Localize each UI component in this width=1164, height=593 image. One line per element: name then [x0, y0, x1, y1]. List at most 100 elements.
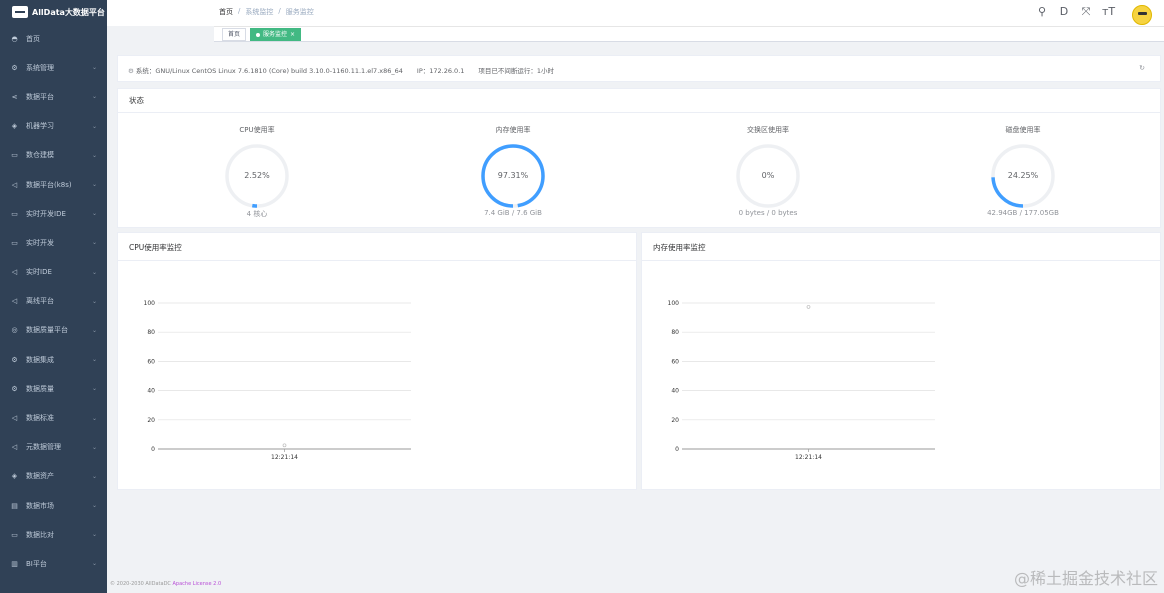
sidebar-item[interactable]: ◁ 离线平台 ⌄	[0, 287, 107, 316]
y-tick-label: 100	[144, 300, 156, 307]
sidebar-item[interactable]: ⚙ 数据质量 ⌄	[0, 374, 107, 403]
sidebar-item-label: 实时开发	[26, 238, 54, 247]
fullscreen-icon[interactable]: ⤧	[1080, 5, 1092, 19]
tag-service-monitor[interactable]: 服务监控 ×	[250, 28, 302, 41]
chevron-down-icon: ⌄	[91, 502, 97, 510]
sidebar-item-label: 首页	[26, 34, 40, 43]
sidebar-item-label: 数据平台(k8s)	[26, 180, 72, 189]
chevron-down-icon: ⌄	[91, 297, 97, 305]
sidebar-item-label: 数据平台	[26, 92, 54, 101]
gauge: 交换区使用率 0% 0 bytes / 0 bytes	[668, 113, 868, 229]
sidebar-item[interactable]: ▭ 数据比对 ⌄	[0, 520, 107, 549]
gauges: CPU使用率 2.52% 4 核心 内存使用率 97.31% 7.4 GiB / 7.6 …	[118, 113, 1160, 229]
sidebar-item[interactable]: ◁ 数据平台(k8s) ⌄	[0, 170, 107, 199]
chevron-down-icon: ⌄	[91, 414, 97, 422]
gear-icon: ⚙	[11, 384, 18, 393]
sidebar-item[interactable]: ◓ 首页	[0, 24, 107, 53]
sidebar-logo[interactable]: AllData大数据平台	[0, 0, 107, 24]
breadcrumb-item: 系统监控	[245, 8, 274, 16]
sidebar-menu: ◓ 首页 ⚙ 系统管理 ⌄ ⋖ 数据平台 ⌄ ◈ 机器学习 ⌄ ▭ 数仓建模 ⌄ ◁ 数据平台(k8s) ⌄ ▭ 实…	[0, 24, 107, 579]
gauge-title: 内存使用率	[495, 126, 531, 134]
sidebar-item-label: 数据市场	[26, 501, 54, 510]
close-icon[interactable]: ×	[290, 31, 295, 38]
sidebar-item-label: 数据质量	[26, 384, 54, 393]
gear-icon: ⚙	[11, 63, 18, 72]
gauge-value: 2.52%	[244, 171, 270, 180]
document-icon[interactable]: D	[1058, 5, 1070, 19]
chevron-down-icon: ⌄	[91, 151, 97, 159]
monitor-icon: ▭	[11, 530, 18, 539]
sidebar-item[interactable]: ⚙ 数据集成 ⌄	[0, 345, 107, 374]
gauge-title: 交换区使用率	[747, 126, 789, 134]
tag-active-label: 服务监控	[263, 31, 288, 38]
y-tick-label: 0	[675, 446, 679, 453]
license-link[interactable]: Apache License 2.0	[173, 581, 222, 587]
cpu-usage-chart: 0 20 40 60 80 100 12:21:14	[144, 300, 411, 461]
chevron-down-icon: ⌄	[91, 531, 97, 539]
send-icon: ◁	[11, 180, 18, 189]
footer: © 2020-2030 AllDataDC Apache License 2.0	[110, 581, 221, 587]
sidebar-item[interactable]: ◁ 实时IDE ⌄	[0, 258, 107, 287]
sidebar-item[interactable]: ◁ 数据标准 ⌄	[0, 403, 107, 432]
sidebar-item[interactable]: ▤ 数据市场 ⌄	[0, 491, 107, 520]
sidebar-item[interactable]: ◁ 元数据管理 ⌄	[0, 433, 107, 462]
gauge-value: 0%	[761, 171, 775, 180]
sidebar-item[interactable]: ◈ 数据资产 ⌄	[0, 462, 107, 491]
navbar: 首页 / 系统监控 / 服务监控 ⚲ D ⤧ тT	[107, 0, 1164, 26]
watermark: @稀土掘金技术社区	[1013, 569, 1158, 588]
y-tick-label: 80	[147, 329, 155, 336]
send-icon: ◁	[11, 297, 18, 306]
gear-icon: ⚙	[128, 67, 134, 75]
system-info-card: ⚙ 系统：GNU/Linux CentOS Linux 7.6.1810 (Cor…	[117, 55, 1161, 82]
copyright-text: © 2020-2030 AllDataDC	[110, 581, 173, 587]
refresh-icon[interactable]: ↻	[1139, 64, 1145, 72]
sidebar-item[interactable]: ◎ 数据质量平台 ⌄	[0, 316, 107, 345]
sidebar-item-label: 机器学习	[26, 122, 54, 131]
chevron-down-icon: ⌄	[91, 210, 97, 218]
sidebar-item[interactable]: ▭ 实时开发 ⌄	[0, 228, 107, 257]
y-tick-label: 100	[668, 300, 680, 307]
chevron-down-icon: ⌄	[91, 122, 97, 130]
status-title: 状态	[118, 89, 1160, 113]
sidebar-item[interactable]: ◈ 机器学习 ⌄	[0, 112, 107, 141]
y-tick-label: 20	[147, 417, 155, 424]
avatar[interactable]	[1132, 5, 1152, 25]
sidebar-item[interactable]: ▭ 实时开发IDE ⌄	[0, 199, 107, 228]
sidebar-item[interactable]: ▥ BI平台 ⌄	[0, 549, 107, 578]
chevron-down-icon: ⌄	[91, 239, 97, 247]
tags-view: 首页 服务监控 ×	[214, 26, 1164, 42]
chevron-down-icon: ⌄	[91, 181, 97, 189]
breadcrumb: 首页 / 系统监控 / 服务监控	[219, 7, 314, 17]
y-tick-label: 80	[671, 329, 679, 336]
uptime-text: 项目已不间断运行：1小时	[478, 67, 555, 75]
sidebar-item[interactable]: ⚙ 系统管理 ⌄	[0, 53, 107, 82]
sidebar-item-label: 实时IDE	[26, 268, 52, 277]
gauge-value: 97.31%	[497, 171, 529, 180]
sidebar-item-label: BI平台	[26, 559, 47, 568]
y-tick-label: 60	[147, 358, 155, 365]
y-tick-label: 40	[671, 388, 679, 395]
search-icon[interactable]: ⚲	[1036, 5, 1048, 19]
y-tick-label: 40	[147, 388, 155, 395]
sidebar-item-label: 实时开发IDE	[26, 209, 66, 218]
y-tick-label: 60	[671, 358, 679, 365]
sidebar-item-label: 数据比对	[26, 530, 54, 539]
chevron-down-icon: ⌄	[91, 64, 97, 72]
memory-chart-card: 内存使用率监控 0 20 40 60 80 100 12:21:14	[641, 232, 1161, 490]
sidebar-item[interactable]: ⋖ 数据平台 ⌄	[0, 82, 107, 111]
sidebar-item[interactable]: ▭ 数仓建模 ⌄	[0, 141, 107, 170]
gauge: 内存使用率 97.31% 7.4 GiB / 7.6 GiB	[413, 113, 613, 229]
breadcrumb-item[interactable]: 首页	[219, 7, 233, 17]
gauge-footer: 4 核心	[246, 210, 268, 218]
tag-home[interactable]: 首页	[222, 28, 247, 41]
monitor-icon: ▭	[11, 151, 18, 160]
bar-chart-icon: ▥	[11, 559, 18, 568]
breadcrumb-item: 服务监控	[285, 8, 314, 16]
navbar-tools: ⚲ D ⤧ тT	[1036, 5, 1115, 19]
font-size-icon[interactable]: тT	[1102, 5, 1115, 19]
system-text: 系统：GNU/Linux CentOS Linux 7.6.1810 (Core…	[135, 67, 403, 75]
sidebar-item-label: 离线平台	[26, 297, 54, 306]
sidebar-item-label: 数据资产	[26, 472, 54, 481]
gauge-footer: 7.4 GiB / 7.6 GiB	[484, 209, 542, 217]
x-tick-label: 12:21:14	[271, 454, 298, 461]
